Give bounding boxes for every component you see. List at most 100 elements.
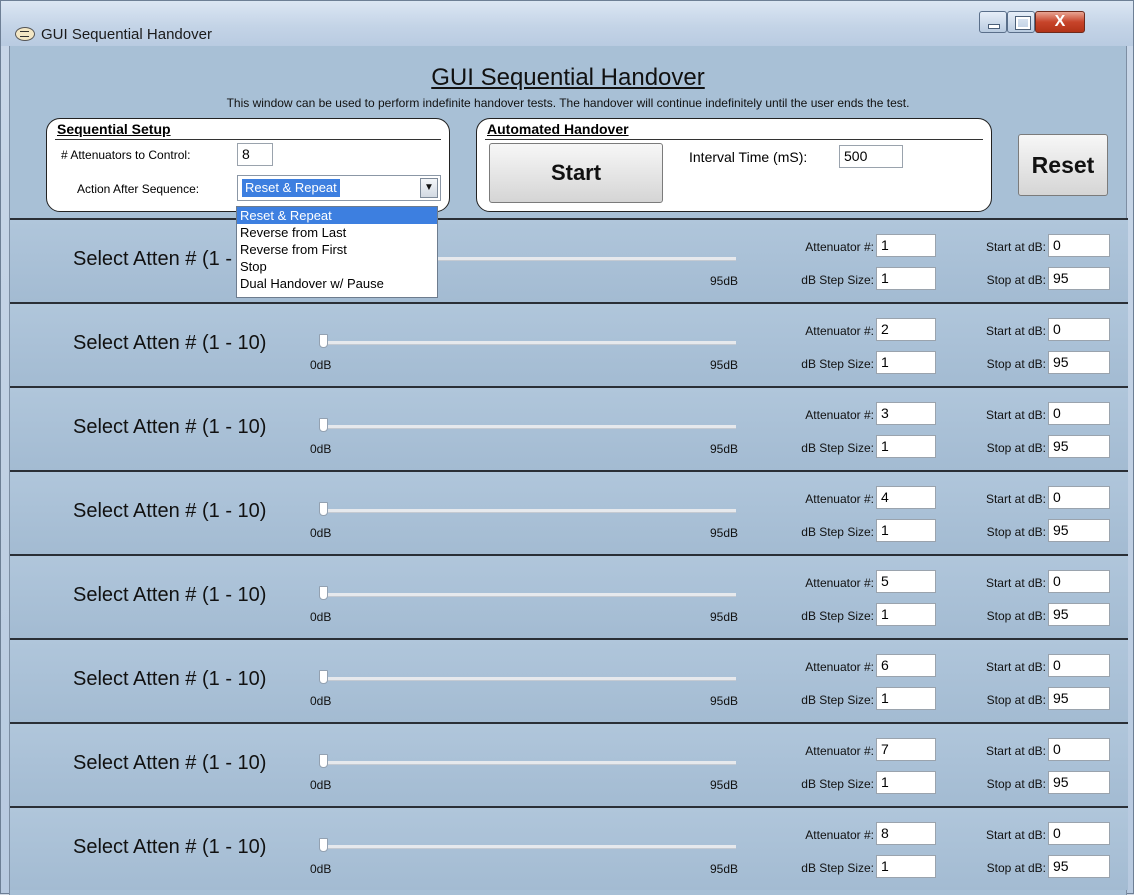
start-at-db-label: Start at dB: <box>985 744 1046 758</box>
db-step-size-input[interactable]: 1 <box>876 687 936 710</box>
attenuation-slider-thumb[interactable] <box>319 586 328 600</box>
stop-at-db-label: Stop at dB: <box>986 357 1046 371</box>
attenuator-row: Select Atten # (1 - 10) 0dB 95dB Attenuator… <box>10 554 1128 638</box>
stop-at-db-input[interactable]: 95 <box>1048 771 1110 794</box>
start-at-db-input[interactable]: 0 <box>1048 570 1110 593</box>
attenuator-number-label: Attenuator #: <box>805 576 874 590</box>
db-step-size-input[interactable]: 1 <box>876 603 936 626</box>
start-button[interactable]: Start <box>489 143 663 203</box>
slider-max-label: 95dB <box>710 862 739 876</box>
db-step-size-label: dB Step Size: <box>801 609 874 623</box>
app-icon <box>15 27 35 41</box>
attenuator-number-input[interactable]: 8 <box>876 822 936 845</box>
reset-button[interactable]: Reset <box>1018 134 1108 196</box>
divider <box>55 139 441 140</box>
attenuation-slider-track[interactable] <box>324 593 736 597</box>
db-step-size-label: dB Step Size: <box>801 777 874 791</box>
slider-min-label: 0dB <box>310 526 332 540</box>
attenuator-number-input[interactable]: 1 <box>876 234 936 257</box>
minimize-button[interactable] <box>979 11 1007 33</box>
attenuation-slider-thumb[interactable] <box>319 418 328 432</box>
attenuator-number-label: Attenuator #: <box>805 828 874 842</box>
action-dropdown-list[interactable]: Reset & Repeat Reverse from Last Reverse… <box>236 206 438 298</box>
dropdown-option[interactable]: Stop <box>237 258 437 275</box>
automated-handover-title: Automated Handover <box>487 121 629 137</box>
attenuation-slider-thumb[interactable] <box>319 502 328 516</box>
attenuation-slider-track[interactable] <box>324 845 736 849</box>
stop-at-db-input[interactable]: 95 <box>1048 267 1110 290</box>
attenuation-slider-track[interactable] <box>324 425 736 429</box>
select-atten-label: Select Atten # (1 - 10) <box>73 332 267 354</box>
start-at-db-input[interactable]: 0 <box>1048 486 1110 509</box>
stop-at-db-label: Stop at dB: <box>986 273 1046 287</box>
db-step-size-input[interactable]: 1 <box>876 855 936 878</box>
stop-at-db-input[interactable]: 95 <box>1048 855 1110 878</box>
attenuation-slider-thumb[interactable] <box>319 754 328 768</box>
attenuator-row: Select Atten # (1 - 10) 0dB 95dB Attenuator… <box>10 470 1128 554</box>
db-step-size-label: dB Step Size: <box>801 357 874 371</box>
attenuation-slider-thumb[interactable] <box>319 334 328 348</box>
start-at-db-label: Start at dB: <box>985 240 1046 254</box>
attenuator-number-input[interactable]: 6 <box>876 654 936 677</box>
automated-handover-group: Automated Handover Start Interval Time (… <box>476 118 992 212</box>
title-bar[interactable]: GUI Sequential Handover X <box>1 1 1133 46</box>
attenuator-number-input[interactable]: 4 <box>876 486 936 509</box>
close-button[interactable]: X <box>1035 11 1085 33</box>
slider-min-label: 0dB <box>310 694 332 708</box>
db-step-size-input[interactable]: 1 <box>876 351 936 374</box>
start-at-db-label: Start at dB: <box>985 828 1046 842</box>
start-at-db-input[interactable]: 0 <box>1048 234 1110 257</box>
db-step-size-input[interactable]: 1 <box>876 435 936 458</box>
dropdown-option[interactable]: Dual Handover w/ Pause <box>237 275 437 292</box>
db-step-size-input[interactable]: 1 <box>876 519 936 542</box>
attenuator-number-label: Attenuator #: <box>805 492 874 506</box>
start-at-db-input[interactable]: 0 <box>1048 402 1110 425</box>
stop-at-db-input[interactable]: 95 <box>1048 603 1110 626</box>
attenuator-row: Select Atten # (1 - 10) 0dB 95dB Attenuator… <box>10 386 1128 470</box>
db-step-size-label: dB Step Size: <box>801 441 874 455</box>
sequential-setup-group: Sequential Setup # Attenuators to Contro… <box>46 118 450 212</box>
stop-at-db-input[interactable]: 95 <box>1048 435 1110 458</box>
stop-at-db-input[interactable]: 95 <box>1048 687 1110 710</box>
start-at-db-input[interactable]: 0 <box>1048 654 1110 677</box>
start-at-db-label: Start at dB: <box>985 324 1046 338</box>
client-area: GUI Sequential Handover This window can … <box>9 46 1128 895</box>
stop-at-db-input[interactable]: 95 <box>1048 351 1110 374</box>
attenuator-number-input[interactable]: 5 <box>876 570 936 593</box>
db-step-size-label: dB Step Size: <box>801 525 874 539</box>
divider <box>485 139 983 140</box>
interval-time-label: Interval Time (mS): <box>689 149 808 165</box>
db-step-size-label: dB Step Size: <box>801 861 874 875</box>
start-at-db-input[interactable]: 0 <box>1048 822 1110 845</box>
start-at-db-input[interactable]: 0 <box>1048 738 1110 761</box>
slider-min-label: 0dB <box>310 358 332 372</box>
attenuation-slider-thumb[interactable] <box>319 670 328 684</box>
attenuator-row: Select Atten # (1 - 10) 0dB 95dB Attenuator… <box>10 302 1128 386</box>
dropdown-option[interactable]: Reset & Repeat <box>237 207 437 224</box>
chevron-down-icon[interactable]: ▼ <box>420 178 438 198</box>
start-at-db-label: Start at dB: <box>985 660 1046 674</box>
attenuator-number-input[interactable]: 3 <box>876 402 936 425</box>
dropdown-option[interactable]: Reverse from First <box>237 241 437 258</box>
interval-time-input[interactable]: 500 <box>839 145 903 168</box>
attenuation-slider-track[interactable] <box>324 761 736 765</box>
stop-at-db-input[interactable]: 95 <box>1048 519 1110 542</box>
attenuation-slider-track[interactable] <box>324 509 736 513</box>
select-atten-label: Select Atten # (1 - 10) <box>73 668 267 690</box>
db-step-size-input[interactable]: 1 <box>876 267 936 290</box>
action-after-sequence-select[interactable]: Reset & Repeat ▼ <box>237 175 441 201</box>
attenuator-number-label: Attenuator #: <box>805 660 874 674</box>
attenuation-slider-thumb[interactable] <box>319 838 328 852</box>
start-at-db-input[interactable]: 0 <box>1048 318 1110 341</box>
attenuators-to-control-input[interactable]: 8 <box>237 143 273 166</box>
maximize-button[interactable] <box>1007 11 1035 33</box>
dropdown-option[interactable]: Reverse from Last <box>237 224 437 241</box>
attenuation-slider-track[interactable] <box>324 341 736 345</box>
attenuator-number-input[interactable]: 7 <box>876 738 936 761</box>
slider-max-label: 95dB <box>710 610 739 624</box>
attenuation-slider-track[interactable] <box>324 677 736 681</box>
slider-max-label: 95dB <box>710 694 739 708</box>
attenuator-number-input[interactable]: 2 <box>876 318 936 341</box>
stop-at-db-label: Stop at dB: <box>986 609 1046 623</box>
db-step-size-input[interactable]: 1 <box>876 771 936 794</box>
